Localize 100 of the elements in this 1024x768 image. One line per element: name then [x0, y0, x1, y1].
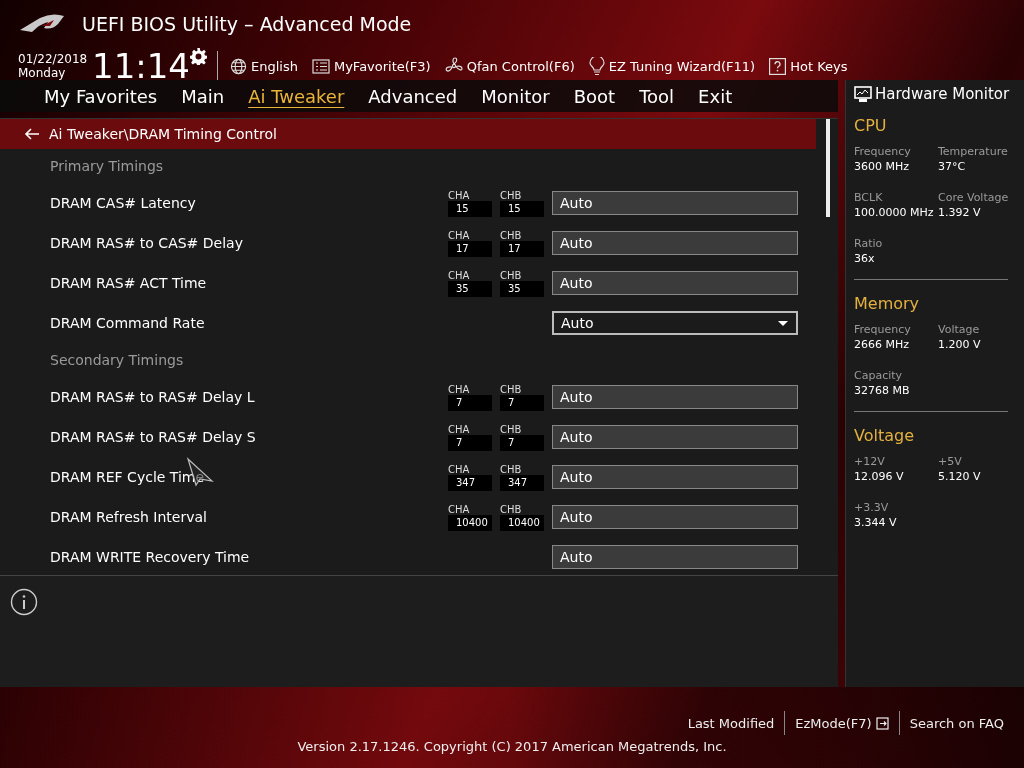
- tab[interactable]: Main: [169, 83, 237, 109]
- footer-link[interactable]: Last Modified: [677, 715, 785, 731]
- tab[interactable]: Monitor: [469, 83, 562, 109]
- scrollbar-thumb[interactable]: [826, 119, 830, 217]
- exit-icon: [875, 716, 889, 730]
- channel-value: 35: [500, 280, 544, 297]
- section-title: Voltage: [854, 426, 915, 445]
- tab[interactable]: Tool: [627, 83, 687, 109]
- day-label: Monday: [18, 66, 67, 80]
- section-heading: Primary Timings: [50, 158, 164, 174]
- reading-label: Voltage: [938, 323, 981, 336]
- info-icon: [10, 588, 38, 616]
- value-field[interactable]: Auto: [552, 385, 798, 409]
- toolbar-button[interactable]: Qfan Control(F6): [440, 56, 585, 76]
- window-title: UEFI BIOS Utility – Advanced Mode: [82, 13, 412, 35]
- channel-value: 17: [448, 240, 492, 257]
- version-text: Version 2.17.1246. Copyright (C) 2017 American Megatrends, Inc.: [297, 739, 727, 754]
- help-icon: [769, 57, 787, 75]
- reading-label: Frequency: [854, 323, 912, 336]
- reading-value: 32768 MB: [854, 384, 911, 397]
- channel-label: CHA: [448, 463, 471, 475]
- setting-label: DRAM REF Cycle Time: [50, 469, 448, 485]
- value-field[interactable]: Auto: [552, 465, 798, 489]
- channel-label: CHB: [500, 503, 523, 515]
- globe-icon: [230, 57, 247, 75]
- reading-value: 100.0000 MHz: [854, 206, 935, 219]
- channel-label: CHB: [500, 189, 523, 201]
- channel-value: 15: [448, 200, 492, 217]
- value-field[interactable]: Auto: [552, 271, 798, 295]
- channel-label: CHB: [500, 463, 523, 475]
- tab[interactable]: My Favorites: [32, 83, 170, 109]
- toolbar-button[interactable]: English: [226, 56, 308, 76]
- dropdown[interactable]: Auto: [552, 311, 798, 335]
- value-field[interactable]: Auto: [552, 545, 798, 569]
- channel-label: CHA: [448, 229, 471, 241]
- tab[interactable]: Boot: [561, 83, 628, 109]
- tab[interactable]: Ai Tweaker: [236, 83, 357, 109]
- reading-label: +12V: [854, 455, 886, 468]
- panel-title: Hardware Monitor: [875, 85, 1010, 103]
- lightbulb-icon: [588, 56, 605, 76]
- section-title: CPU: [854, 116, 888, 135]
- value-field[interactable]: Auto: [552, 505, 798, 529]
- value-field[interactable]: Auto: [552, 425, 798, 449]
- setting-label: DRAM RAS# to CAS# Delay: [50, 235, 244, 251]
- channel-value: 35: [448, 280, 492, 297]
- reading-label: Frequency: [854, 145, 912, 158]
- list-icon: [311, 58, 330, 74]
- channel-value: 7: [448, 394, 492, 411]
- section-heading: Secondary Timings: [50, 352, 184, 368]
- reading-value: 37°C: [938, 160, 967, 173]
- reading-value: 2666 MHz: [854, 338, 911, 351]
- setting-label: DRAM RAS# ACT Time: [50, 275, 208, 291]
- channel-value: 7: [448, 434, 492, 451]
- setting-label: DRAM RAS# to RAS# Delay S: [50, 429, 257, 445]
- tab[interactable]: Exit: [686, 83, 745, 109]
- channel-label: CHB: [500, 269, 523, 281]
- reading-label: Temperature: [938, 145, 1009, 158]
- fan-icon: [444, 57, 463, 75]
- reading-label: Core Voltage: [938, 191, 1010, 204]
- reading-label: Capacity: [854, 369, 904, 382]
- channel-value: 7: [500, 394, 544, 411]
- channel-label: CHA: [448, 269, 471, 281]
- channel-label: CHA: [448, 383, 471, 395]
- channel-label: CHA: [448, 423, 471, 435]
- reading-value: 3.344 V: [854, 516, 898, 529]
- caret-icon: [778, 320, 788, 326]
- section-title: Memory: [854, 294, 921, 313]
- channel-label: CHB: [500, 423, 523, 435]
- back-arrow-icon: [24, 128, 39, 140]
- toolbar-button[interactable]: EZ Tuning Wizard(F11): [584, 56, 766, 76]
- channel-label: CHB: [500, 229, 523, 241]
- reading-value: 36x: [854, 252, 876, 265]
- reading-value: 5.120 V: [938, 470, 982, 483]
- channel-value: 15: [500, 200, 544, 217]
- footer-link[interactable]: EzMode(F7): [785, 715, 899, 731]
- channel-value: 17: [500, 240, 544, 257]
- clock: 11:14: [92, 46, 190, 80]
- setting-label: DRAM Refresh Interval: [50, 509, 208, 525]
- reading-label: BCLK: [854, 191, 884, 204]
- date-label: 01/22/2018: [18, 52, 89, 66]
- setting-label: DRAM Command Rate: [50, 315, 206, 331]
- footer-link[interactable]: Search on FAQ: [899, 715, 1014, 731]
- setting-label: DRAM WRITE Recovery Time: [50, 549, 251, 565]
- settings-icon[interactable]: [190, 48, 207, 65]
- reading-value: 1.200 V: [938, 338, 982, 351]
- tab[interactable]: Advanced: [356, 83, 470, 109]
- channel-value: 347: [448, 474, 492, 491]
- value-field[interactable]: Auto: [552, 231, 798, 255]
- value-field[interactable]: Auto: [552, 191, 798, 215]
- channel-value: 347: [500, 474, 544, 491]
- channel-label: CHB: [500, 383, 523, 395]
- channel-value: 10400: [500, 514, 544, 531]
- setting-label: DRAM RAS# to RAS# Delay L: [50, 389, 256, 405]
- toolbar-button[interactable]: Hot Keys: [765, 56, 858, 76]
- reading-value: 12.096 V: [854, 470, 905, 483]
- breadcrumb-bar[interactable]: Ai Tweaker\DRAM Timing Control: [0, 119, 816, 149]
- channel-value: 10400: [448, 514, 492, 531]
- reading-value: 1.392 V: [938, 206, 982, 219]
- channel-label: CHA: [448, 503, 471, 515]
- toolbar-button[interactable]: MyFavorite(F3): [307, 56, 441, 76]
